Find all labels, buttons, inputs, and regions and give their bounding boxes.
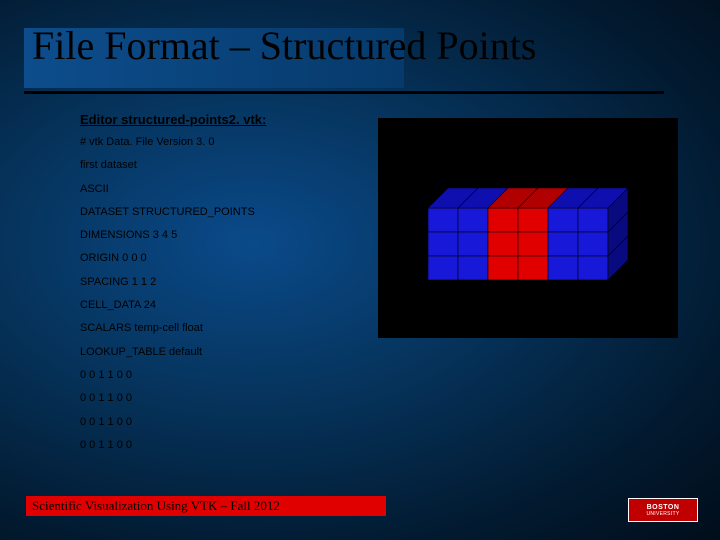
page-title: File Format – Structured Points <box>32 22 536 69</box>
visualization-panel <box>378 118 678 338</box>
file-line: 0 0 1 1 0 0 <box>80 391 660 405</box>
logo-bottom: UNIVERSITY <box>646 511 679 517</box>
title-underline <box>24 91 664 94</box>
file-line: 0 0 1 1 0 0 <box>80 438 660 452</box>
file-line: 0 0 1 1 0 0 <box>80 415 660 429</box>
footer-bar: Scientific Visualization Using VTK – Fal… <box>26 496 386 516</box>
file-line: 0 0 1 1 0 0 <box>80 368 660 382</box>
boston-university-logo: BOSTON UNIVERSITY <box>628 498 698 522</box>
logo-top: BOSTON <box>647 504 680 511</box>
file-line: LOOKUP_TABLE default <box>80 345 660 359</box>
footer-text: Scientific Visualization Using VTK – Fal… <box>32 498 280 514</box>
